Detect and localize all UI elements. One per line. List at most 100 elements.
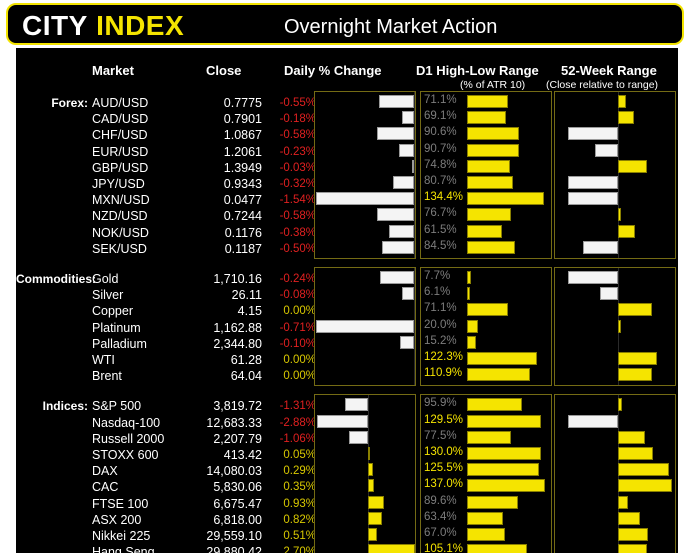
- d1-range-bar: [467, 352, 537, 365]
- table-row: Russell 2000 2,207.79 -1.06%: [16, 432, 316, 448]
- chart-panel-d1-range: 95.9% 129.5% 77.5% 130.0% 125.5% 137.0% 89.6% 6…: [420, 394, 552, 553]
- market-name: ASX 200: [92, 512, 142, 527]
- table-row: Platinum 1,162.88 -0.71%: [16, 321, 316, 337]
- daily-change-bar: [367, 463, 373, 477]
- daily-change-bar: [367, 544, 415, 553]
- week52-range-bar: [618, 319, 622, 333]
- d1-range-bar: [467, 446, 542, 460]
- daily-change-bar: [378, 95, 414, 108]
- d1-range-bar: [467, 95, 508, 108]
- d1-range-label: 74.8%: [424, 158, 457, 171]
- table-row: GBP/USD 1.3949 -0.03%: [16, 161, 316, 177]
- daily-change-pct: -0.38%: [279, 226, 316, 239]
- d1-range-label: 20.0%: [424, 318, 457, 331]
- daily-change-pct: -0.24%: [279, 273, 316, 285]
- close-price: 0.7244: [223, 209, 262, 224]
- daily-change-bar: [317, 414, 368, 428]
- close-price: 26.11: [231, 288, 262, 303]
- chart-panel-52week-range: [554, 91, 676, 259]
- chart-panel-daily-change: [314, 394, 416, 553]
- market-name: Platinum: [92, 320, 141, 335]
- d1-range-label: 15.2%: [424, 334, 457, 347]
- d1-range-bar: [467, 143, 519, 157]
- daily-change-bar: [367, 495, 384, 509]
- market-dashboard: CITY INDEX Overnight Market Action Marke…: [0, 0, 694, 557]
- week52-range-bar: [618, 430, 646, 444]
- table-row: FTSE 100 6,675.47 0.93%: [16, 497, 316, 513]
- daily-change-bar: [376, 208, 414, 222]
- week52-range-bar: [618, 527, 649, 541]
- table-row: ASX 200 6,818.00 0.82%: [16, 513, 316, 529]
- market-name: AUD/USD: [92, 96, 149, 110]
- daily-change-bar: [402, 111, 414, 125]
- market-name: MXN/USD: [92, 193, 150, 208]
- d1-range-label: 129.5%: [424, 413, 464, 426]
- table-row: AUD/USD 0.7775 -0.55%: [16, 96, 316, 112]
- d1-range-bar: [467, 511, 504, 525]
- week52-range-bar: [618, 495, 629, 509]
- d1-range-bar: [467, 527, 506, 541]
- table-row: WTI 61.28 0.00%: [16, 353, 316, 369]
- table-row: NOK/USD 0.1176 -0.38%: [16, 226, 316, 242]
- d1-range-label: 80.7%: [424, 175, 457, 187]
- close-price: 61.28: [230, 353, 262, 367]
- table-row: Brent 64.04 0.00%: [16, 369, 316, 385]
- d1-range-label: 77.5%: [424, 429, 457, 442]
- week52-range-bar: [568, 127, 619, 141]
- close-price: 3,819.72: [213, 399, 262, 414]
- d1-range-label: 130.0%: [424, 445, 464, 458]
- d1-range-label: 7.7%: [424, 270, 451, 282]
- table-row: Copper 4.15 0.00%: [16, 304, 316, 320]
- daily-change-pct: -0.03%: [279, 161, 316, 174]
- daily-change-bar: [398, 143, 414, 157]
- d1-range-label: 105.1%: [424, 543, 464, 553]
- close-price: 1,162.88: [213, 320, 262, 335]
- daily-change-pct: 0.51%: [283, 530, 316, 542]
- d1-range-bar: [467, 368, 531, 382]
- week52-range-bar: [618, 303, 652, 317]
- daily-change-pct: 0.00%: [283, 305, 316, 318]
- week52-range-bar: [618, 544, 647, 553]
- d1-range-bar: [467, 192, 544, 206]
- d1-range-bar: [467, 430, 512, 444]
- market-name: WTI: [92, 353, 115, 367]
- d1-range-label: 95.9%: [424, 397, 457, 410]
- d1-range-label: 6.1%: [424, 286, 451, 299]
- market-name: Brent: [92, 369, 122, 384]
- market-name: NZD/USD: [92, 209, 148, 224]
- chart-panel-daily-change: [314, 91, 416, 259]
- daily-change-pct: -1.06%: [279, 432, 316, 445]
- daily-change-pct: -0.23%: [279, 145, 316, 158]
- table-row: CHF/USD 1.0867 -0.58%: [16, 128, 316, 144]
- week52-range-bar: [618, 368, 653, 382]
- d1-range-bar: [467, 398, 522, 412]
- table-row: NZD/USD 0.7244 -0.58%: [16, 209, 316, 225]
- daily-change-bar: [367, 527, 377, 541]
- close-price: 6,675.47: [213, 496, 262, 511]
- daily-change-pct: -0.58%: [279, 129, 316, 142]
- close-price: 2,344.80: [213, 336, 262, 351]
- close-price: 5,830.06: [213, 480, 262, 495]
- market-name: SEK/USD: [92, 241, 147, 256]
- d1-range-label: 137.0%: [424, 478, 464, 491]
- d1-range-bar: [467, 224, 503, 238]
- d1-range-bar: [467, 319, 479, 333]
- d1-range-bar: [467, 414, 541, 428]
- d1-range-label: 134.4%: [424, 191, 464, 204]
- d1-range-label: 110.9%: [424, 367, 463, 380]
- brand-index: INDEX: [96, 10, 185, 41]
- week52-range-bar: [568, 271, 619, 284]
- market-name: DAX: [92, 464, 118, 479]
- daily-change-pct: 0.29%: [283, 465, 316, 478]
- daily-change-pct: 2.70%: [283, 546, 316, 553]
- close-price: 1.2061: [223, 144, 262, 159]
- table-row: CAD/USD 0.7901 -0.18%: [16, 112, 316, 128]
- week52-range-bar: [618, 446, 654, 460]
- d1-range-label: 61.5%: [424, 223, 457, 236]
- daily-change-pct: -0.18%: [279, 113, 316, 126]
- market-name: CHF/USD: [92, 128, 148, 143]
- close-price: 29,559.10: [206, 529, 262, 543]
- close-price: 0.9343: [223, 177, 262, 191]
- close-price: 0.1187: [224, 241, 262, 256]
- daily-change-bar: [315, 319, 414, 333]
